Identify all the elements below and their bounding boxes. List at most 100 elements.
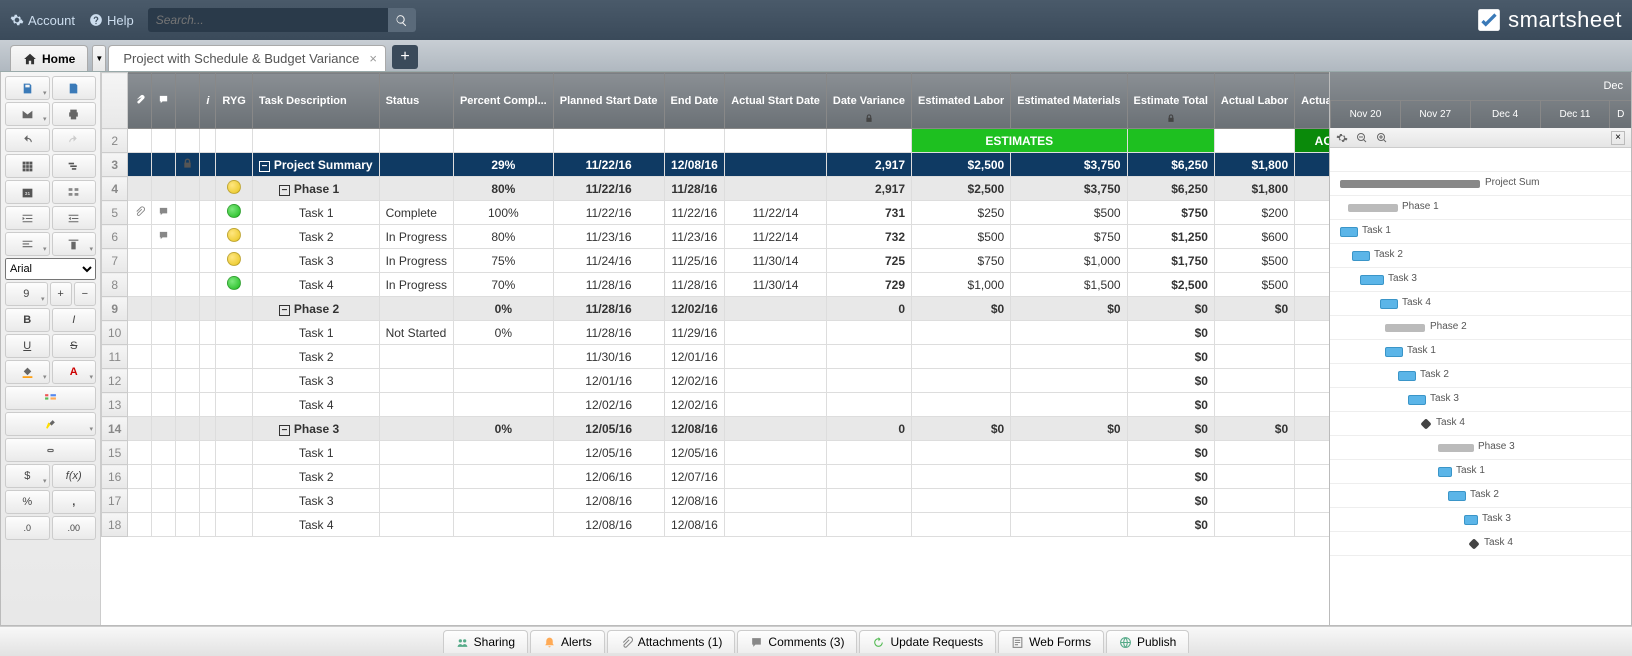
tab-dropdown[interactable]: ▼ xyxy=(92,45,106,71)
gantt-bar[interactable] xyxy=(1360,275,1384,285)
col-emat[interactable]: Estimated Materials xyxy=(1011,73,1127,129)
col-elab[interactable]: Estimated Labor xyxy=(912,73,1011,129)
align-left-button[interactable]: ▾ xyxy=(5,232,50,256)
col-status[interactable]: Status xyxy=(379,73,453,129)
update-requests-tab[interactable]: Update Requests xyxy=(859,630,996,653)
gantt-bar[interactable] xyxy=(1340,180,1480,188)
table-row[interactable]: 14 −Phase 3 0% 12/05/16 12/08/16 0 $0 $0… xyxy=(102,417,1330,441)
col-end[interactable]: End Date xyxy=(664,73,725,129)
gantt-bar[interactable] xyxy=(1340,227,1358,237)
gantt-week[interactable]: D xyxy=(1609,101,1631,129)
grid-view-button[interactable] xyxy=(5,154,50,178)
gantt-row[interactable]: Task 4 xyxy=(1330,412,1631,436)
formula-button[interactable]: f(x) xyxy=(52,464,97,488)
table-row[interactable]: 4 −Phase 1 80% 11/22/16 11/28/16 2,917 $… xyxy=(102,177,1330,201)
gantt-view-button[interactable] xyxy=(52,154,97,178)
col-desc[interactable]: Task Description xyxy=(252,73,379,129)
save-disk-button[interactable] xyxy=(52,76,97,100)
redo-button[interactable] xyxy=(52,128,97,152)
close-tab-icon[interactable]: × xyxy=(369,51,377,66)
gantt-row[interactable]: Task 3 xyxy=(1330,268,1631,292)
table-row[interactable]: 10 Task 1 Not Started 0% 11/28/16 11/29/… xyxy=(102,321,1330,345)
gantt-bar[interactable] xyxy=(1448,491,1466,501)
comments-tab[interactable]: Comments (3) xyxy=(737,630,857,653)
col-pstart[interactable]: Planned Start Date xyxy=(553,73,664,129)
card-view-button[interactable] xyxy=(52,180,97,204)
gantt-row[interactable]: Phase 1 xyxy=(1330,196,1631,220)
add-tab-button[interactable]: + xyxy=(392,45,418,69)
gantt-row[interactable]: Task 4 xyxy=(1330,532,1631,556)
corner-cell[interactable] xyxy=(102,73,128,129)
col-lock[interactable] xyxy=(176,73,200,129)
col-attach[interactable] xyxy=(128,73,152,129)
table-row[interactable]: 13 Task 4 12/02/16 12/02/16 $0 $0 $0 xyxy=(102,393,1330,417)
gantt-week[interactable]: Dec 4 xyxy=(1470,101,1540,129)
print-button[interactable] xyxy=(52,102,97,126)
gantt-gear-icon[interactable] xyxy=(1336,132,1348,144)
alerts-tab[interactable]: Alerts xyxy=(530,630,605,653)
table-row[interactable]: 17 Task 3 12/08/16 12/08/16 $0 $0 $0 xyxy=(102,489,1330,513)
decimal-decrease-button[interactable]: .0 xyxy=(5,516,50,540)
gantt-row[interactable] xyxy=(1330,148,1631,172)
gantt-bar[interactable] xyxy=(1438,444,1474,452)
gantt-row[interactable]: Task 2 xyxy=(1330,484,1631,508)
gantt-bar[interactable] xyxy=(1408,395,1426,405)
thousands-button[interactable]: , xyxy=(52,490,97,514)
save-button[interactable]: ▾ xyxy=(5,76,50,100)
attachments-tab[interactable]: Attachments (1) xyxy=(607,630,736,653)
font-decrease-button[interactable]: − xyxy=(74,282,96,306)
table-row[interactable]: 8 Task 4 In Progress 70% 11/28/16 11/28/… xyxy=(102,273,1330,297)
publish-tab[interactable]: Publish xyxy=(1106,630,1189,653)
table-row[interactable]: 11 Task 2 11/30/16 12/01/16 $0 $0 $0 xyxy=(102,345,1330,369)
gantt-row[interactable]: Task 4 xyxy=(1330,292,1631,316)
decimal-increase-button[interactable]: .00 xyxy=(52,516,97,540)
gantt-row[interactable]: Task 2 xyxy=(1330,364,1631,388)
home-tab[interactable]: Home xyxy=(10,45,88,71)
table-row[interactable]: 12 Task 3 12/01/16 12/02/16 $0 $0 $0 xyxy=(102,369,1330,393)
font-increase-button[interactable]: + xyxy=(50,282,72,306)
table-row[interactable]: 7 Task 3 In Progress 75% 11/24/16 11/25/… xyxy=(102,249,1330,273)
col-amat[interactable]: Actual Materials xyxy=(1295,73,1329,129)
gantt-bar[interactable] xyxy=(1398,371,1416,381)
table-row[interactable]: 18 Task 4 12/08/16 12/08/16 $0 $0 $0 xyxy=(102,513,1330,537)
gantt-close-button[interactable]: × xyxy=(1611,131,1625,145)
gantt-row[interactable]: Phase 3 xyxy=(1330,436,1631,460)
help-link[interactable]: Help xyxy=(89,13,134,28)
gantt-bar[interactable] xyxy=(1464,515,1478,525)
gantt-row[interactable]: Task 1 xyxy=(1330,220,1631,244)
sharing-tab[interactable]: Sharing xyxy=(443,630,528,653)
underline-button[interactable]: U xyxy=(5,334,50,358)
indent-button[interactable] xyxy=(5,206,50,230)
account-link[interactable]: Account xyxy=(10,13,75,28)
highlight-button[interactable]: ▾ xyxy=(5,412,96,436)
align-top-button[interactable]: ▾ xyxy=(52,232,97,256)
gantt-bar[interactable] xyxy=(1385,347,1403,357)
col-ryg[interactable]: RYG xyxy=(216,73,252,129)
gantt-bar[interactable] xyxy=(1380,299,1398,309)
percent-button[interactable]: % xyxy=(5,490,50,514)
gantt-bar[interactable] xyxy=(1468,538,1479,549)
search-input[interactable] xyxy=(148,13,388,27)
italic-button[interactable]: I xyxy=(52,308,97,332)
col-dvar[interactable]: Date Variance xyxy=(826,73,911,129)
fill-color-button[interactable]: ▾ xyxy=(5,360,50,384)
col-info[interactable]: i xyxy=(200,73,216,129)
zoom-out-icon[interactable] xyxy=(1356,132,1368,144)
col-comment[interactable] xyxy=(152,73,176,129)
col-etot[interactable]: Estimate Total xyxy=(1127,73,1214,129)
gantt-row[interactable]: Task 2 xyxy=(1330,244,1631,268)
gantt-row[interactable]: Task 3 xyxy=(1330,508,1631,532)
strikethrough-button[interactable]: S xyxy=(52,334,97,358)
gantt-row[interactable]: Task 1 xyxy=(1330,340,1631,364)
gantt-bar[interactable] xyxy=(1438,467,1452,477)
gantt-row[interactable]: Task 3 xyxy=(1330,388,1631,412)
gantt-bar[interactable] xyxy=(1385,324,1425,332)
gantt-week[interactable]: Nov 20 xyxy=(1330,101,1400,129)
zoom-in-icon[interactable] xyxy=(1376,132,1388,144)
gantt-week[interactable]: Dec 11 xyxy=(1540,101,1610,129)
table-row[interactable]: 9 −Phase 2 0% 11/28/16 12/02/16 0 $0 $0 … xyxy=(102,297,1330,321)
outdent-button[interactable] xyxy=(52,206,97,230)
col-pct[interactable]: Percent Compl... xyxy=(453,73,553,129)
table-row[interactable]: 5 Task 1 Complete 100% 11/22/16 11/22/16… xyxy=(102,201,1330,225)
gantt-bar[interactable] xyxy=(1420,418,1431,429)
